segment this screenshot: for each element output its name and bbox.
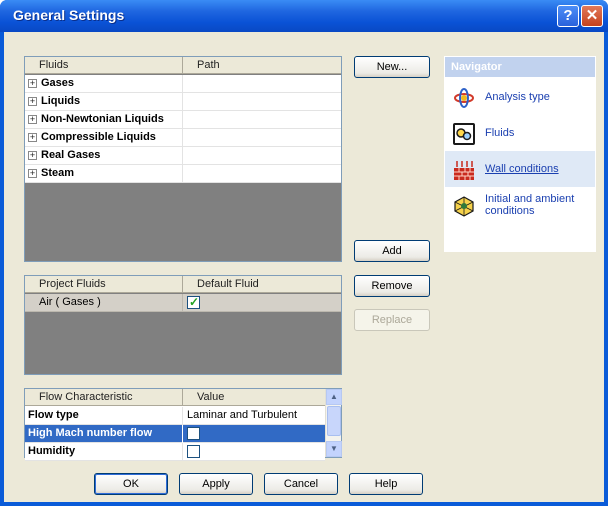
expand-icon[interactable]: +	[28, 97, 37, 106]
wall-conditions-icon	[453, 159, 475, 181]
high-mach-checkbox[interactable]	[187, 427, 200, 440]
dialog-body: Fluids Path + Gases + Liquids + Non-Newtoni…	[4, 32, 604, 502]
fluid-category-label: Liquids	[41, 95, 81, 107]
flow-characteristic-column-header[interactable]: Flow Characteristic	[25, 389, 183, 406]
flow-row-label: High Mach number flow	[25, 425, 183, 443]
fluid-category-row[interactable]: + Real Gases	[25, 147, 341, 165]
flow-type-value[interactable]: Laminar and Turbulent	[183, 407, 325, 425]
help-titlebar-button[interactable]: ?	[557, 5, 579, 27]
fluids-header: Fluids Path	[25, 57, 341, 74]
replace-button: Replace	[354, 309, 430, 331]
nav-item-label: Wall conditions	[485, 163, 559, 175]
flow-characteristics-header: Flow Characteristic Value	[25, 389, 325, 406]
fluid-category-row[interactable]: + Gases	[25, 75, 341, 93]
help-button[interactable]: Help	[349, 473, 423, 495]
fluid-category-row[interactable]: + Steam	[25, 165, 341, 183]
expand-icon[interactable]: +	[28, 151, 37, 160]
add-button[interactable]: Add	[354, 240, 430, 262]
flow-row-selected[interactable]: High Mach number flow	[25, 425, 325, 443]
scroll-thumb[interactable]	[327, 406, 341, 436]
fluid-category-label: Non-Newtonian Liquids	[41, 113, 164, 125]
flow-row-label: Humidity	[25, 443, 183, 461]
scroll-down-icon[interactable]: ▼	[326, 441, 342, 457]
close-button[interactable]: ✕	[581, 5, 603, 27]
remove-button[interactable]: Remove	[354, 275, 430, 297]
project-fluids-header: Project Fluids Default Fluid	[25, 276, 341, 293]
title-bar[interactable]: General Settings ? ✕	[0, 0, 608, 32]
fluid-category-row[interactable]: + Compressible Liquids	[25, 129, 341, 147]
fluids-list[interactable]: Fluids Path + Gases + Liquids + Non-Newtoni…	[24, 56, 342, 262]
nav-item-label: Analysis type	[485, 91, 550, 103]
new-button[interactable]: New...	[354, 56, 430, 78]
project-fluids-column-header[interactable]: Project Fluids	[25, 276, 183, 293]
humidity-checkbox[interactable]	[187, 445, 200, 458]
path-column-header[interactable]: Path	[183, 57, 341, 74]
dialog-window: General Settings ? ✕ Fluids Path + Gases …	[0, 0, 608, 506]
project-fluid-name: Air ( Gases )	[25, 294, 183, 312]
default-fluid-column-header[interactable]: Default Fluid	[183, 276, 341, 293]
expand-icon[interactable]: +	[28, 133, 37, 142]
window-title: General Settings	[13, 7, 125, 23]
flow-row[interactable]: Humidity	[25, 443, 325, 461]
fluids-rows: + Gases + Liquids + Non-Newtonian Liquids +…	[25, 75, 341, 183]
nav-item-analysis-type[interactable]: Analysis type	[445, 79, 595, 115]
nav-item-label: Fluids	[485, 127, 515, 139]
project-fluid-row[interactable]: Air ( Gases )	[25, 294, 341, 312]
project-fluids-list[interactable]: Project Fluids Default Fluid Air ( Gases…	[24, 275, 342, 375]
expand-icon[interactable]: +	[28, 79, 37, 88]
nav-item-wall-conditions[interactable]: Wall conditions	[445, 151, 595, 187]
expand-icon[interactable]: +	[28, 169, 37, 178]
fluid-category-label: Compressible Liquids	[41, 131, 156, 143]
fluid-category-label: Real Gases	[41, 149, 101, 161]
fluids-icon	[453, 123, 475, 145]
fluid-category-row[interactable]: + Liquids	[25, 93, 341, 111]
nav-item-fluids[interactable]: Fluids	[445, 115, 595, 151]
analysis-type-icon	[453, 87, 475, 109]
fluid-category-label: Gases	[41, 77, 75, 89]
initial-conditions-icon	[453, 195, 475, 217]
flow-characteristics-grid[interactable]: Flow Characteristic Value Flow type Lami…	[24, 388, 342, 461]
flow-scrollbar[interactable]: ▲ ▼	[325, 389, 342, 457]
ok-button[interactable]: OK	[94, 473, 168, 495]
expand-icon[interactable]: +	[28, 115, 37, 124]
fluid-category-row[interactable]: + Non-Newtonian Liquids	[25, 111, 341, 129]
navigator-title: Navigator	[445, 57, 595, 77]
navigator-panel: Navigator Analysis type Fluids Wall cond…	[444, 56, 596, 252]
nav-item-label: Initial and ambient conditions	[485, 193, 575, 217]
flow-rows: Flow type Laminar and Turbulent High Mac…	[25, 407, 325, 461]
flow-row[interactable]: Flow type Laminar and Turbulent	[25, 407, 325, 425]
default-fluid-checkbox[interactable]	[187, 295, 200, 309]
fluids-column-header[interactable]: Fluids	[25, 57, 183, 74]
fluid-category-label: Steam	[41, 167, 75, 179]
apply-button[interactable]: Apply	[179, 473, 253, 495]
value-column-header[interactable]: Value	[183, 389, 325, 406]
flow-row-label: Flow type	[25, 407, 183, 425]
scroll-up-icon[interactable]: ▲	[326, 389, 342, 405]
cancel-button[interactable]: Cancel	[264, 473, 338, 495]
nav-item-initial-conditions[interactable]: Initial and ambient conditions	[445, 187, 595, 231]
project-fluids-rows: Air ( Gases )	[25, 294, 341, 312]
